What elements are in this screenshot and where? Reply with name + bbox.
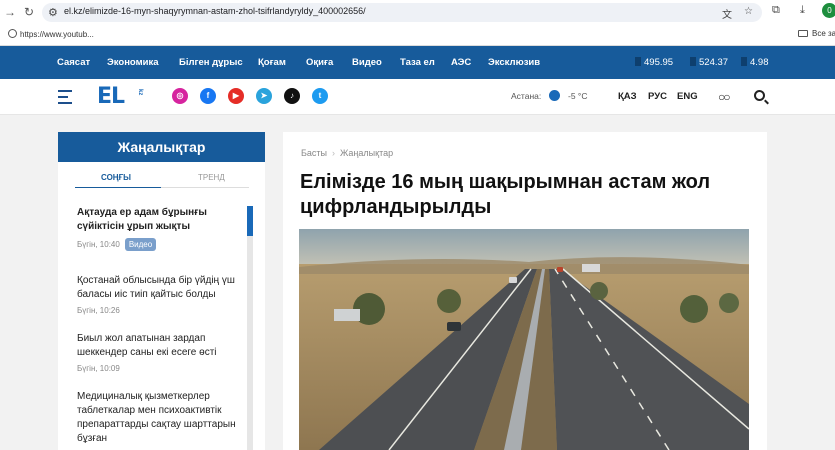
browser-chrome: → ↻ ⚙ el.kz/elimizde-16-myn-shaqyrymnan-…	[0, 0, 835, 46]
downloads-icon[interactable]: ⤓	[800, 4, 805, 17]
news-item[interactable]: Медициналық қызметкерлер таблеткалар мен…	[77, 390, 242, 446]
rate-rub: 4.98	[741, 57, 769, 68]
bookmark-youtube[interactable]: https://www.youtub...	[8, 29, 94, 39]
translate-icon[interactable]: 文	[722, 6, 732, 21]
address-bar[interactable]: ⚙ el.kz/elimizde-16-myn-shaqyrymnan-asta…	[42, 3, 762, 22]
news-title[interactable]: Биыл жол апатынан зардап шеккендер саны …	[77, 332, 242, 360]
sidebar-scrollbar[interactable]	[247, 206, 253, 450]
rate-eur: 524.37	[690, 57, 728, 68]
scroll-thumb[interactable]	[247, 206, 253, 236]
bookmark-label: https://www.youtub...	[20, 30, 94, 39]
tab-trend[interactable]: Тренд	[198, 173, 225, 182]
extensions-icon[interactable]: ⧉	[772, 4, 780, 17]
nav-item-taza-el[interactable]: Таза ел	[400, 57, 435, 68]
news-title[interactable]: Медициналық қызметкерлер таблеткалар мен…	[77, 390, 242, 446]
lang-kaz[interactable]: ҚАЗ	[618, 91, 637, 102]
breadcrumb-separator-icon: ›	[332, 148, 336, 158]
active-tab-indicator	[75, 187, 161, 188]
youtube-icon[interactable]: ▶	[228, 88, 244, 104]
instagram-icon[interactable]: ◎	[172, 88, 188, 104]
news-meta: Бүгін, 10:40 Видео	[77, 238, 242, 251]
tab-divider	[161, 187, 249, 188]
article-photo	[299, 229, 749, 450]
nav-item-aes[interactable]: АЭС	[451, 57, 471, 68]
weather-icon	[549, 90, 560, 101]
site-logo[interactable]: EL	[97, 84, 125, 109]
nav-item-sayasat[interactable]: Саясат	[57, 57, 90, 68]
tiktok-icon[interactable]: ♪	[284, 88, 300, 104]
nav-item-exclusive[interactable]: Эксклюзив	[488, 57, 540, 68]
reload-icon[interactable]: ↻	[22, 5, 36, 19]
lang-rus[interactable]: РУС	[648, 91, 667, 102]
nav-item-qogam[interactable]: Қоғам	[258, 57, 286, 68]
article-headline: Елімізде 16 мың шақырымнан астам жол циф…	[300, 171, 711, 218]
news-time: Бүгін, 10:09	[77, 364, 120, 373]
dollar-icon	[635, 57, 641, 66]
twitter-icon[interactable]: t	[312, 88, 328, 104]
telegram-icon[interactable]: ➤	[256, 88, 272, 104]
news-item[interactable]: Қостанай облысында бір үйдің үш баласы и…	[77, 274, 242, 315]
site-info-icon[interactable]: ⚙	[48, 6, 58, 19]
accessibility-glasses-icon[interactable]: ○○	[718, 90, 730, 104]
news-title[interactable]: Ақтауда ер адам бұрынғы сүйіктісін ұрып …	[77, 206, 242, 234]
rate-usd-value: 495.95	[644, 57, 674, 68]
site-header: EL kz ◎ f ▶ ➤ ♪ t Астана: -5 °C ҚАЗ РУС …	[0, 79, 835, 115]
globe-icon	[8, 29, 17, 38]
nav-item-video[interactable]: Видео	[352, 57, 382, 68]
ruble-icon	[741, 57, 747, 66]
search-icon[interactable]	[754, 90, 765, 101]
road-photo	[299, 229, 749, 450]
breadcrumb-news[interactable]: Жаңалықтар	[340, 148, 393, 158]
tab-latest[interactable]: Соңғы	[101, 173, 131, 182]
article: Басты › Жаңалықтар Елімізде 16 мың шақырым…	[283, 132, 767, 450]
forward-icon[interactable]: →	[3, 5, 17, 19]
breadcrumb: Басты › Жаңалықтар	[301, 148, 393, 158]
video-badge[interactable]: Видео	[124, 238, 157, 251]
nav-item-bilgen-durys[interactable]: Білген дұрыс	[179, 57, 243, 68]
breadcrumb-home[interactable]: Басты	[301, 148, 327, 158]
url-text[interactable]: el.kz/elimizde-16-myn-shaqyrymnan-astam-…	[64, 6, 366, 16]
rate-rub-value: 4.98	[750, 57, 769, 68]
news-time: Бүгін, 10:26	[77, 306, 120, 315]
nav-item-oqiga[interactable]: Оқиға	[306, 57, 333, 68]
news-item[interactable]: Биыл жол апатынан зардап шеккендер саны …	[77, 332, 242, 373]
facebook-icon[interactable]: f	[200, 88, 216, 104]
lang-eng[interactable]: ENG	[677, 91, 698, 102]
all-bookmarks-label: Все за	[812, 29, 835, 38]
profile-avatar[interactable]: 0	[822, 3, 835, 18]
nav-item-economy[interactable]: Экономика	[107, 57, 159, 68]
folder-icon	[798, 30, 808, 37]
news-time: Бүгін, 10:40	[77, 240, 120, 249]
menu-icon[interactable]	[58, 90, 72, 108]
all-bookmarks[interactable]: Все за	[798, 29, 835, 38]
bookmark-star-icon[interactable]: ☆	[744, 6, 753, 17]
bookmarks-bar: https://www.youtub... Все за	[0, 25, 835, 45]
news-item[interactable]: Ақтауда ер адам бұрынғы сүйіктісін ұрып …	[77, 206, 242, 251]
rate-eur-value: 524.37	[699, 57, 729, 68]
category-nav: Саясат Экономика Білген дұрыс Қоғам Оқиғ…	[0, 46, 835, 79]
sidebar-title: Жаңалықтар	[58, 132, 265, 162]
news-title[interactable]: Қостанай облысында бір үйдің үш баласы и…	[77, 274, 242, 302]
euro-icon	[690, 57, 696, 66]
rate-usd: 495.95	[635, 57, 673, 68]
news-sidebar: Жаңалықтар Соңғы Тренд Ақтауда ер адам б…	[58, 132, 265, 450]
logo-suffix: kz	[137, 89, 143, 96]
weather-temp: -5 °C	[568, 91, 588, 101]
weather-city: Астана:	[511, 91, 542, 101]
